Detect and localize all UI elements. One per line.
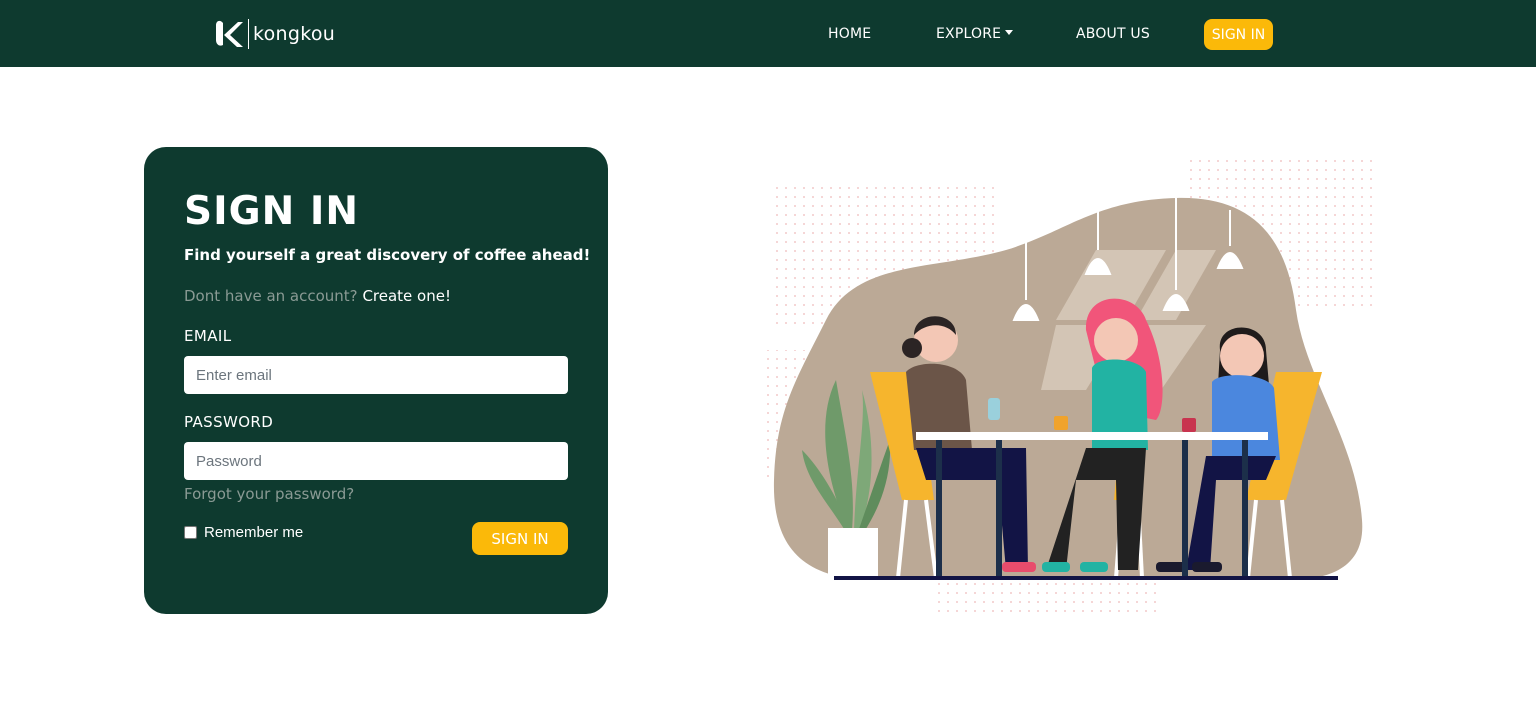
nav-about-us[interactable]: ABOUT US [1076,26,1150,42]
brand-name: kongkou [253,23,336,45]
brand-divider [248,19,249,49]
create-account-link[interactable]: Create one! [362,287,451,305]
signin-title: SIGN IN [184,189,359,234]
floor-line [834,576,1338,580]
chevron-down-icon [1005,29,1014,35]
nav-explore-label: EXPLORE [936,26,1002,42]
nav-explore-dropdown[interactable]: EXPLORE [936,26,1014,42]
brand-logo[interactable]: kongkou [212,16,335,52]
password-label: PASSWORD [184,413,274,431]
signin-submit-button[interactable]: SIGN IN [472,522,568,555]
cafe-friends-illustration [766,156,1376,614]
email-field[interactable] [184,356,568,394]
forgot-password-link[interactable]: Forgot your password? [184,485,354,503]
navbar: kongkou HOME EXPLORE ABOUT US SIGN IN [0,0,1536,67]
password-field[interactable] [184,442,568,480]
nav-home[interactable]: HOME [828,26,871,42]
account-prompt-text: Dont have an account? [184,287,358,305]
k-logo-icon [216,20,243,47]
account-prompt-line: Dont have an account? Create one! [184,287,451,305]
signin-card: SIGN IN Find yourself a great discovery … [144,147,608,614]
signin-subtitle: Find yourself a great discovery of coffe… [184,246,591,264]
remember-me-row: Remember me [184,524,303,541]
email-label: EMAIL [184,327,232,345]
nav-signin-button[interactable]: SIGN IN [1204,19,1273,50]
remember-me-checkbox[interactable] [184,526,197,539]
remember-me-label: Remember me [204,524,304,541]
